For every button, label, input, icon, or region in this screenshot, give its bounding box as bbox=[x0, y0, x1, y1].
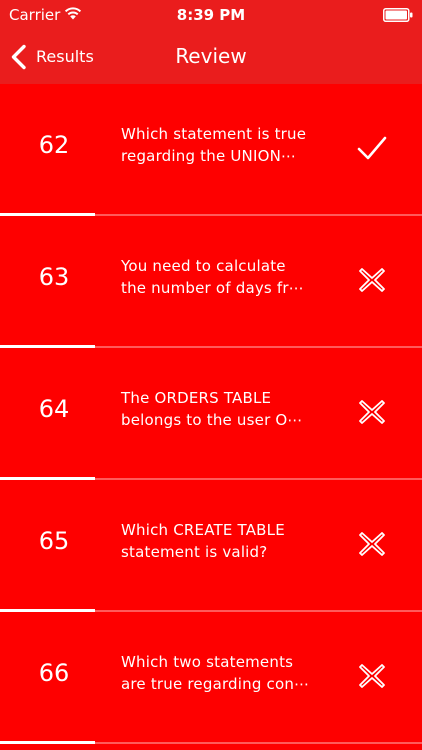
question-number: 62 bbox=[38, 131, 70, 159]
check-icon bbox=[357, 136, 387, 160]
question-number: 64 bbox=[38, 395, 70, 423]
review-row[interactable]: 63 You need to calculate the number of d… bbox=[0, 216, 422, 348]
clock: 8:39 PM bbox=[176, 6, 246, 24]
battery-icon bbox=[383, 8, 413, 22]
question-preview: The ORDERS TABLE belongs to the user O⋯ bbox=[121, 389, 303, 429]
cross-icon bbox=[359, 532, 385, 556]
question-preview: Which two statements are true regarding … bbox=[121, 653, 310, 693]
cross-icon bbox=[359, 664, 385, 688]
question-number: 65 bbox=[38, 527, 70, 555]
review-row[interactable]: 66 Which two statements are true regardi… bbox=[0, 612, 422, 744]
question-preview: You need to calculate the number of days… bbox=[121, 257, 304, 297]
review-list: 62 Which statement is true regarding the… bbox=[0, 84, 422, 744]
navigation-bar: Results Review bbox=[0, 30, 422, 84]
question-preview: Which CREATE TABLE statement is valid? bbox=[121, 521, 285, 561]
cross-icon bbox=[359, 268, 385, 292]
review-row[interactable]: 64 The ORDERS TABLE belongs to the user … bbox=[0, 348, 422, 480]
question-preview: Which statement is true regarding the UN… bbox=[121, 125, 307, 165]
status-bar: Carrier 8:39 PM bbox=[0, 0, 422, 30]
row-progress-accent bbox=[0, 741, 95, 744]
question-number: 66 bbox=[38, 659, 70, 687]
page-title: Review bbox=[175, 44, 247, 68]
review-row[interactable]: 65 Which CREATE TABLE statement is valid… bbox=[0, 480, 422, 612]
review-row[interactable]: 62 Which statement is true regarding the… bbox=[0, 84, 422, 216]
cross-icon bbox=[359, 400, 385, 424]
question-number: 63 bbox=[38, 263, 70, 291]
